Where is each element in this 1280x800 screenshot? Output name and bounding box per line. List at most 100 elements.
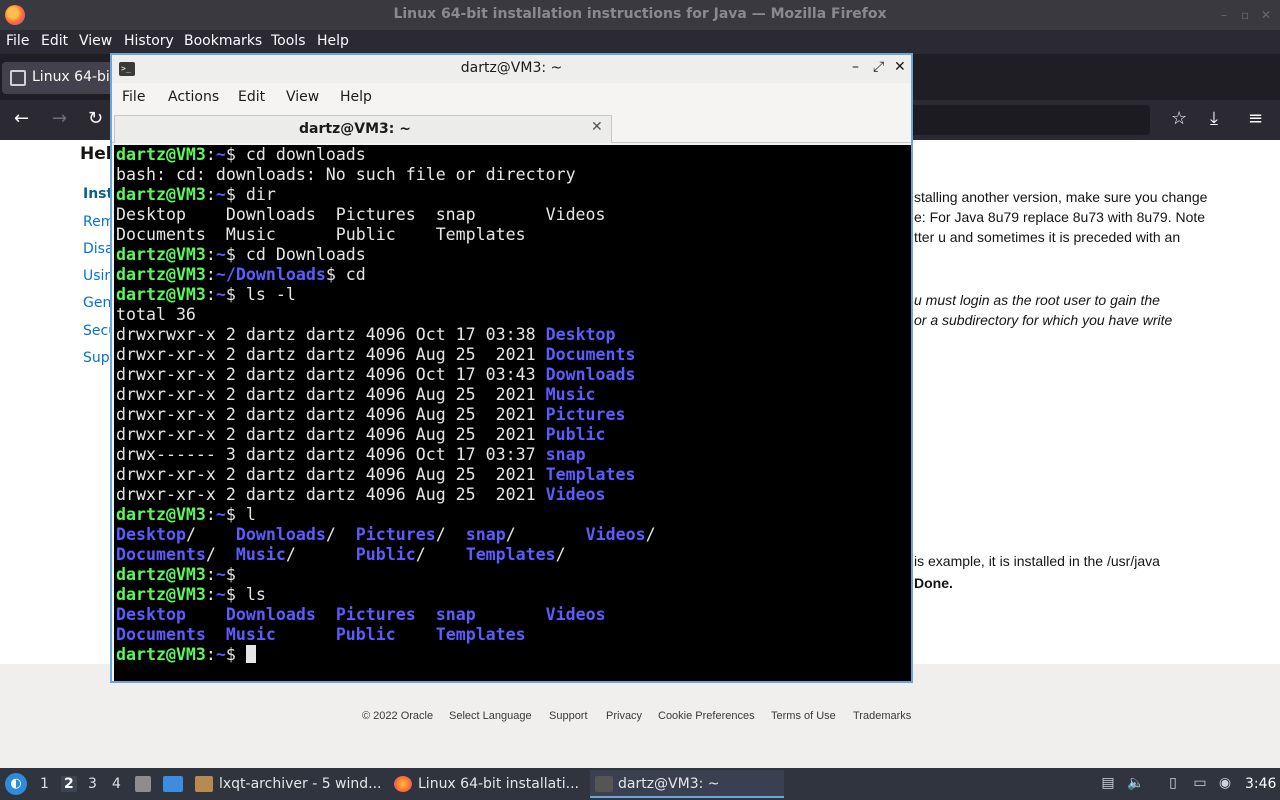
terminal-line: Desktop Downloads Pictures snap Videos — [116, 605, 606, 625]
directory-name: snap — [545, 445, 586, 464]
desktop-switch-4[interactable]: 4 — [112, 776, 121, 792]
terminal-line: dartz@VM3:~$ ls -l — [116, 285, 296, 305]
downloads-icon[interactable]: ⤓ — [1210, 108, 1218, 129]
clipboard-icon[interactable]: ▤ — [1099, 775, 1117, 793]
footer-link-select-language[interactable]: Select Language — [449, 710, 532, 722]
maximize-button[interactable]: ▫ — [1241, 8, 1249, 22]
terminal-text: / — [185, 525, 236, 544]
terminal-text: $ ls — [225, 585, 266, 604]
prompt-user-host: dartz@VM3 — [116, 145, 206, 164]
terminal-maximize-button[interactable]: ⤢ — [873, 59, 884, 75]
terminal-menu-edit[interactable]: Edit — [238, 89, 265, 105]
taskbar-app-terminal[interactable]: dartz@VM3: ~ — [590, 770, 784, 798]
desktop-switch-2[interactable]: 2 — [61, 776, 77, 792]
terminal-line: Desktop/ Downloads/ Pictures/ snap/ Vide… — [116, 525, 656, 545]
body-text-line: stalling another version, make sure you … — [914, 189, 1208, 205]
terminal-minimize-button[interactable]: – — [852, 59, 859, 75]
desktop-switch-3[interactable]: 3 — [88, 776, 97, 792]
notes-icon[interactable]: ▯ — [1164, 775, 1182, 793]
prompt-user-host: dartz@VM3 — [116, 505, 206, 524]
body-text-line: Done. — [914, 575, 953, 591]
start-menu-icon[interactable]: ◐ — [5, 773, 27, 795]
terminal-menu-file[interactable]: File — [122, 89, 145, 105]
terminal-menu-view[interactable]: View — [286, 89, 319, 105]
taskbar: ◐ 1 2 3 4 lxqt-archiver - 5 wind... Linu… — [0, 768, 1280, 800]
terminal-line: drwxr-xr-x 2 dartz dartz 4096 Oct 17 03:… — [116, 365, 636, 385]
network-icon[interactable]: ▭ — [1191, 775, 1209, 793]
sidebar-link-support[interactable]: Sup — [83, 350, 110, 366]
terminal-text: drwxr-xr-x 2 dartz dartz 4096 Oct 17 03:… — [116, 365, 546, 384]
terminal-window[interactable]: >_ dartz@VM3: ~ – ⤢ ✕ File Actions Edit … — [110, 53, 913, 683]
menu-edit[interactable]: Edit — [41, 33, 68, 49]
menu-history[interactable]: History — [124, 33, 174, 49]
directory-name: snap — [435, 605, 476, 624]
terminal-text: / — [285, 545, 356, 564]
directory-name: Public — [335, 625, 396, 644]
directory-name: Downloads — [235, 525, 326, 544]
sidebar-link-using[interactable]: Usin — [83, 268, 113, 284]
footer-link-support[interactable]: Support — [549, 710, 588, 722]
terminal-tab[interactable]: dartz@VM3: ~ ✕ — [114, 115, 612, 143]
prompt-path: ~ — [215, 585, 226, 604]
taskbar-app-firefox[interactable]: Linux 64-bit installati... — [394, 770, 584, 798]
footer-link-trademarks[interactable]: Trademarks — [853, 710, 911, 722]
terminal-text: bash: cd: downloads: No such file or dir… — [116, 165, 576, 184]
footer-link-terms[interactable]: Terms of Use — [771, 710, 836, 722]
sidebar-link-general[interactable]: Gen — [83, 295, 111, 311]
directory-name: Desktop — [116, 605, 186, 624]
sidebar-link-disable[interactable]: Disa — [83, 241, 114, 257]
terminal-text: $ l — [225, 505, 256, 524]
terminal-line: dartz@VM3:~$ cd downloads — [116, 145, 366, 165]
terminal-text: drwxr-xr-x 2 dartz dartz 4096 Aug 25 202… — [116, 345, 546, 364]
directory-name: Desktop — [545, 325, 616, 344]
directory-name: Documents — [545, 345, 636, 364]
terminal-menu-help[interactable]: Help — [340, 89, 372, 105]
terminal-text: : — [205, 645, 216, 664]
menu-help[interactable]: Help — [317, 33, 349, 49]
back-icon[interactable]: ← — [14, 108, 29, 129]
minimize-button[interactable]: – — [1221, 8, 1227, 22]
body-text-line: is example, it is installed in the /usr/… — [914, 553, 1160, 569]
body-text-line: u must login as the root user to gain th… — [914, 292, 1160, 308]
hamburger-menu-icon[interactable]: ≡ — [1248, 108, 1263, 129]
footer-link-cookie-preferences[interactable]: Cookie Preferences — [658, 710, 755, 722]
forward-icon[interactable]: → — [52, 108, 67, 129]
file-manager-icon[interactable] — [163, 776, 183, 792]
directory-name: Pictures — [545, 405, 626, 424]
terminal-menubar: File Actions Edit View Help — [112, 83, 911, 113]
sidebar-link-install[interactable]: Inst — [83, 186, 113, 202]
taskbar-app-archiver[interactable]: lxqt-archiver - 5 wind... — [195, 770, 385, 798]
terminal-text: : — [205, 145, 216, 164]
terminal-text: $ — [225, 565, 236, 584]
menu-file[interactable]: File — [6, 33, 29, 49]
terminal-text: drwxr-xr-x 2 dartz dartz 4096 Aug 25 202… — [116, 485, 546, 504]
bookmark-star-icon[interactable]: ☆ — [1171, 108, 1187, 129]
terminal-text: / — [415, 545, 466, 564]
terminal-text: drwxr-xr-x 2 dartz dartz 4096 Aug 25 202… — [116, 425, 546, 444]
terminal-line: drwxr-xr-x 2 dartz dartz 4096 Aug 25 202… — [116, 385, 596, 405]
directory-name: Desktop — [116, 525, 186, 544]
terminal-text: drwxr-xr-x 2 dartz dartz 4096 Aug 25 202… — [116, 385, 546, 404]
menu-bookmarks[interactable]: Bookmarks — [184, 33, 262, 49]
terminal-output[interactable]: dartz@VM3:~$ cd downloads bash: cd: downl… — [114, 145, 911, 681]
notification-icon[interactable]: ◉ — [1216, 775, 1234, 793]
tab-close-icon[interactable]: ✕ — [591, 119, 603, 135]
terminal-text: Documents Music Public Templates — [116, 225, 526, 244]
reload-icon[interactable]: ↻ — [88, 108, 103, 129]
firefox-titlebar: Linux 64-bit installation instructions f… — [0, 0, 1280, 30]
close-button[interactable]: ✕ — [1261, 8, 1271, 22]
terminal-line: dartz@VM3:~$ dir — [116, 185, 276, 205]
terminal-text: $ — [225, 645, 246, 664]
terminal-close-button[interactable]: ✕ — [894, 59, 906, 75]
footer-link-privacy[interactable]: Privacy — [606, 710, 642, 722]
desktop-switch-1[interactable]: 1 — [40, 776, 49, 792]
menu-tools[interactable]: Tools — [271, 33, 306, 49]
directory-name: Downloads — [545, 365, 636, 384]
volume-icon[interactable]: 🔈 — [1127, 775, 1145, 793]
terminal-titlebar[interactable]: >_ dartz@VM3: ~ – ⤢ ✕ — [112, 55, 911, 83]
page-title: Hel — [80, 144, 112, 164]
show-desktop-icon[interactable] — [135, 776, 151, 792]
terminal-menu-actions[interactable]: Actions — [168, 89, 219, 105]
menu-view[interactable]: View — [79, 33, 112, 49]
